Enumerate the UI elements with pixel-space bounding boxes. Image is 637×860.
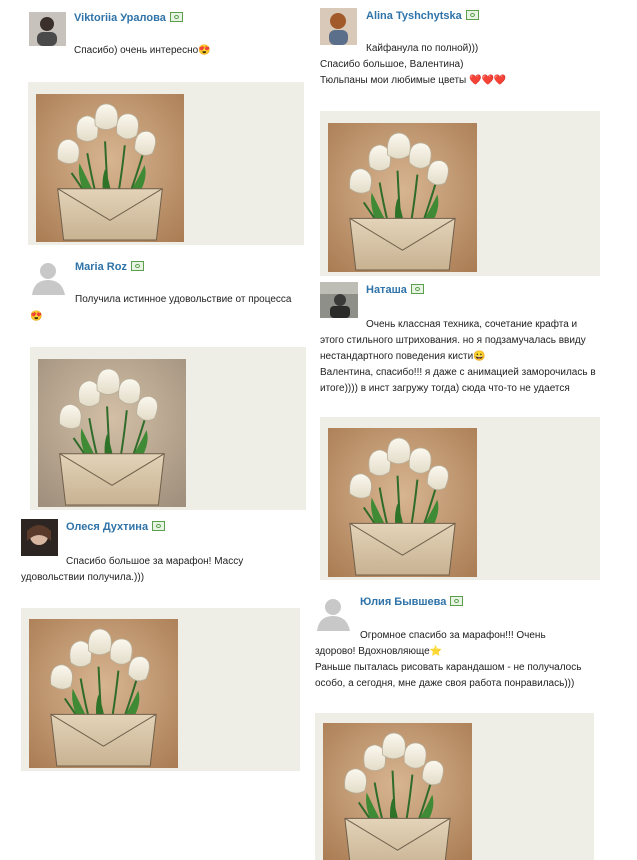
user-photo-icon [21,519,58,556]
default-user-icon [32,263,65,295]
tulip-artwork-image[interactable] [29,619,178,768]
comment-text: Кайфанула по полной))) [366,43,479,54]
tulip-artwork-image[interactable] [323,723,472,860]
avatar[interactable] [30,258,67,295]
tulip-image-icon [328,428,477,577]
comment-text: Спасибо большое, Валентина) Тюльпаны мои… [320,59,507,86]
badge-icon [169,12,183,23]
comment-text: удовольствии получила.))) [21,572,145,583]
badge-icon [130,261,144,272]
tulip-image-icon [38,359,186,507]
author-name[interactable]: Наташа [366,284,424,296]
user-photo-icon [320,282,358,318]
badge-icon [465,10,479,21]
avatar[interactable] [29,12,66,46]
avatar[interactable] [320,282,358,318]
tulip-image-icon [36,94,184,242]
comment-text: этого стильного штрихования. но я подзам… [320,335,596,394]
badge-icon [450,596,464,607]
avatar[interactable] [21,519,58,556]
user-photo-icon [29,12,66,46]
comment-text: Получила истинное удовольствие от процес… [75,294,292,305]
comment-text: Очень классная техника, сочетание крафта… [366,319,578,330]
default-user-icon [317,599,350,631]
avatar[interactable] [320,8,357,45]
comment-text: Спасибо большое за марафон! Массу [66,556,244,567]
comment-text: Спасибо) очень интересно😍 [74,45,211,56]
user-photo-icon [320,8,357,45]
author-name[interactable]: Юлия Бывшева [360,596,464,608]
author-name[interactable]: Viktoriia Уралова [74,12,183,24]
author-name[interactable]: Alina Tyshchytska [366,10,479,22]
author-name[interactable]: Maria Roz [75,261,144,273]
tulip-artwork-image[interactable] [36,94,184,242]
comment-text: 😍 [30,311,43,322]
badge-icon [410,284,424,295]
avatar[interactable] [315,594,352,631]
tulip-artwork-image[interactable] [328,428,477,577]
comment-text: здорово! Вдохновляюще⭐ Раньше пыталась р… [315,646,582,689]
tulip-artwork-image[interactable] [38,359,186,507]
tulip-image-icon [29,619,178,768]
tulip-image-icon [328,123,477,272]
tulip-image-icon [323,723,472,860]
badge-icon [152,521,166,532]
comment-text: Огромное спасибо за марафон!!! Очень [360,630,546,641]
author-name[interactable]: Олеся Духтина [66,521,166,533]
tulip-artwork-image[interactable] [328,123,477,272]
